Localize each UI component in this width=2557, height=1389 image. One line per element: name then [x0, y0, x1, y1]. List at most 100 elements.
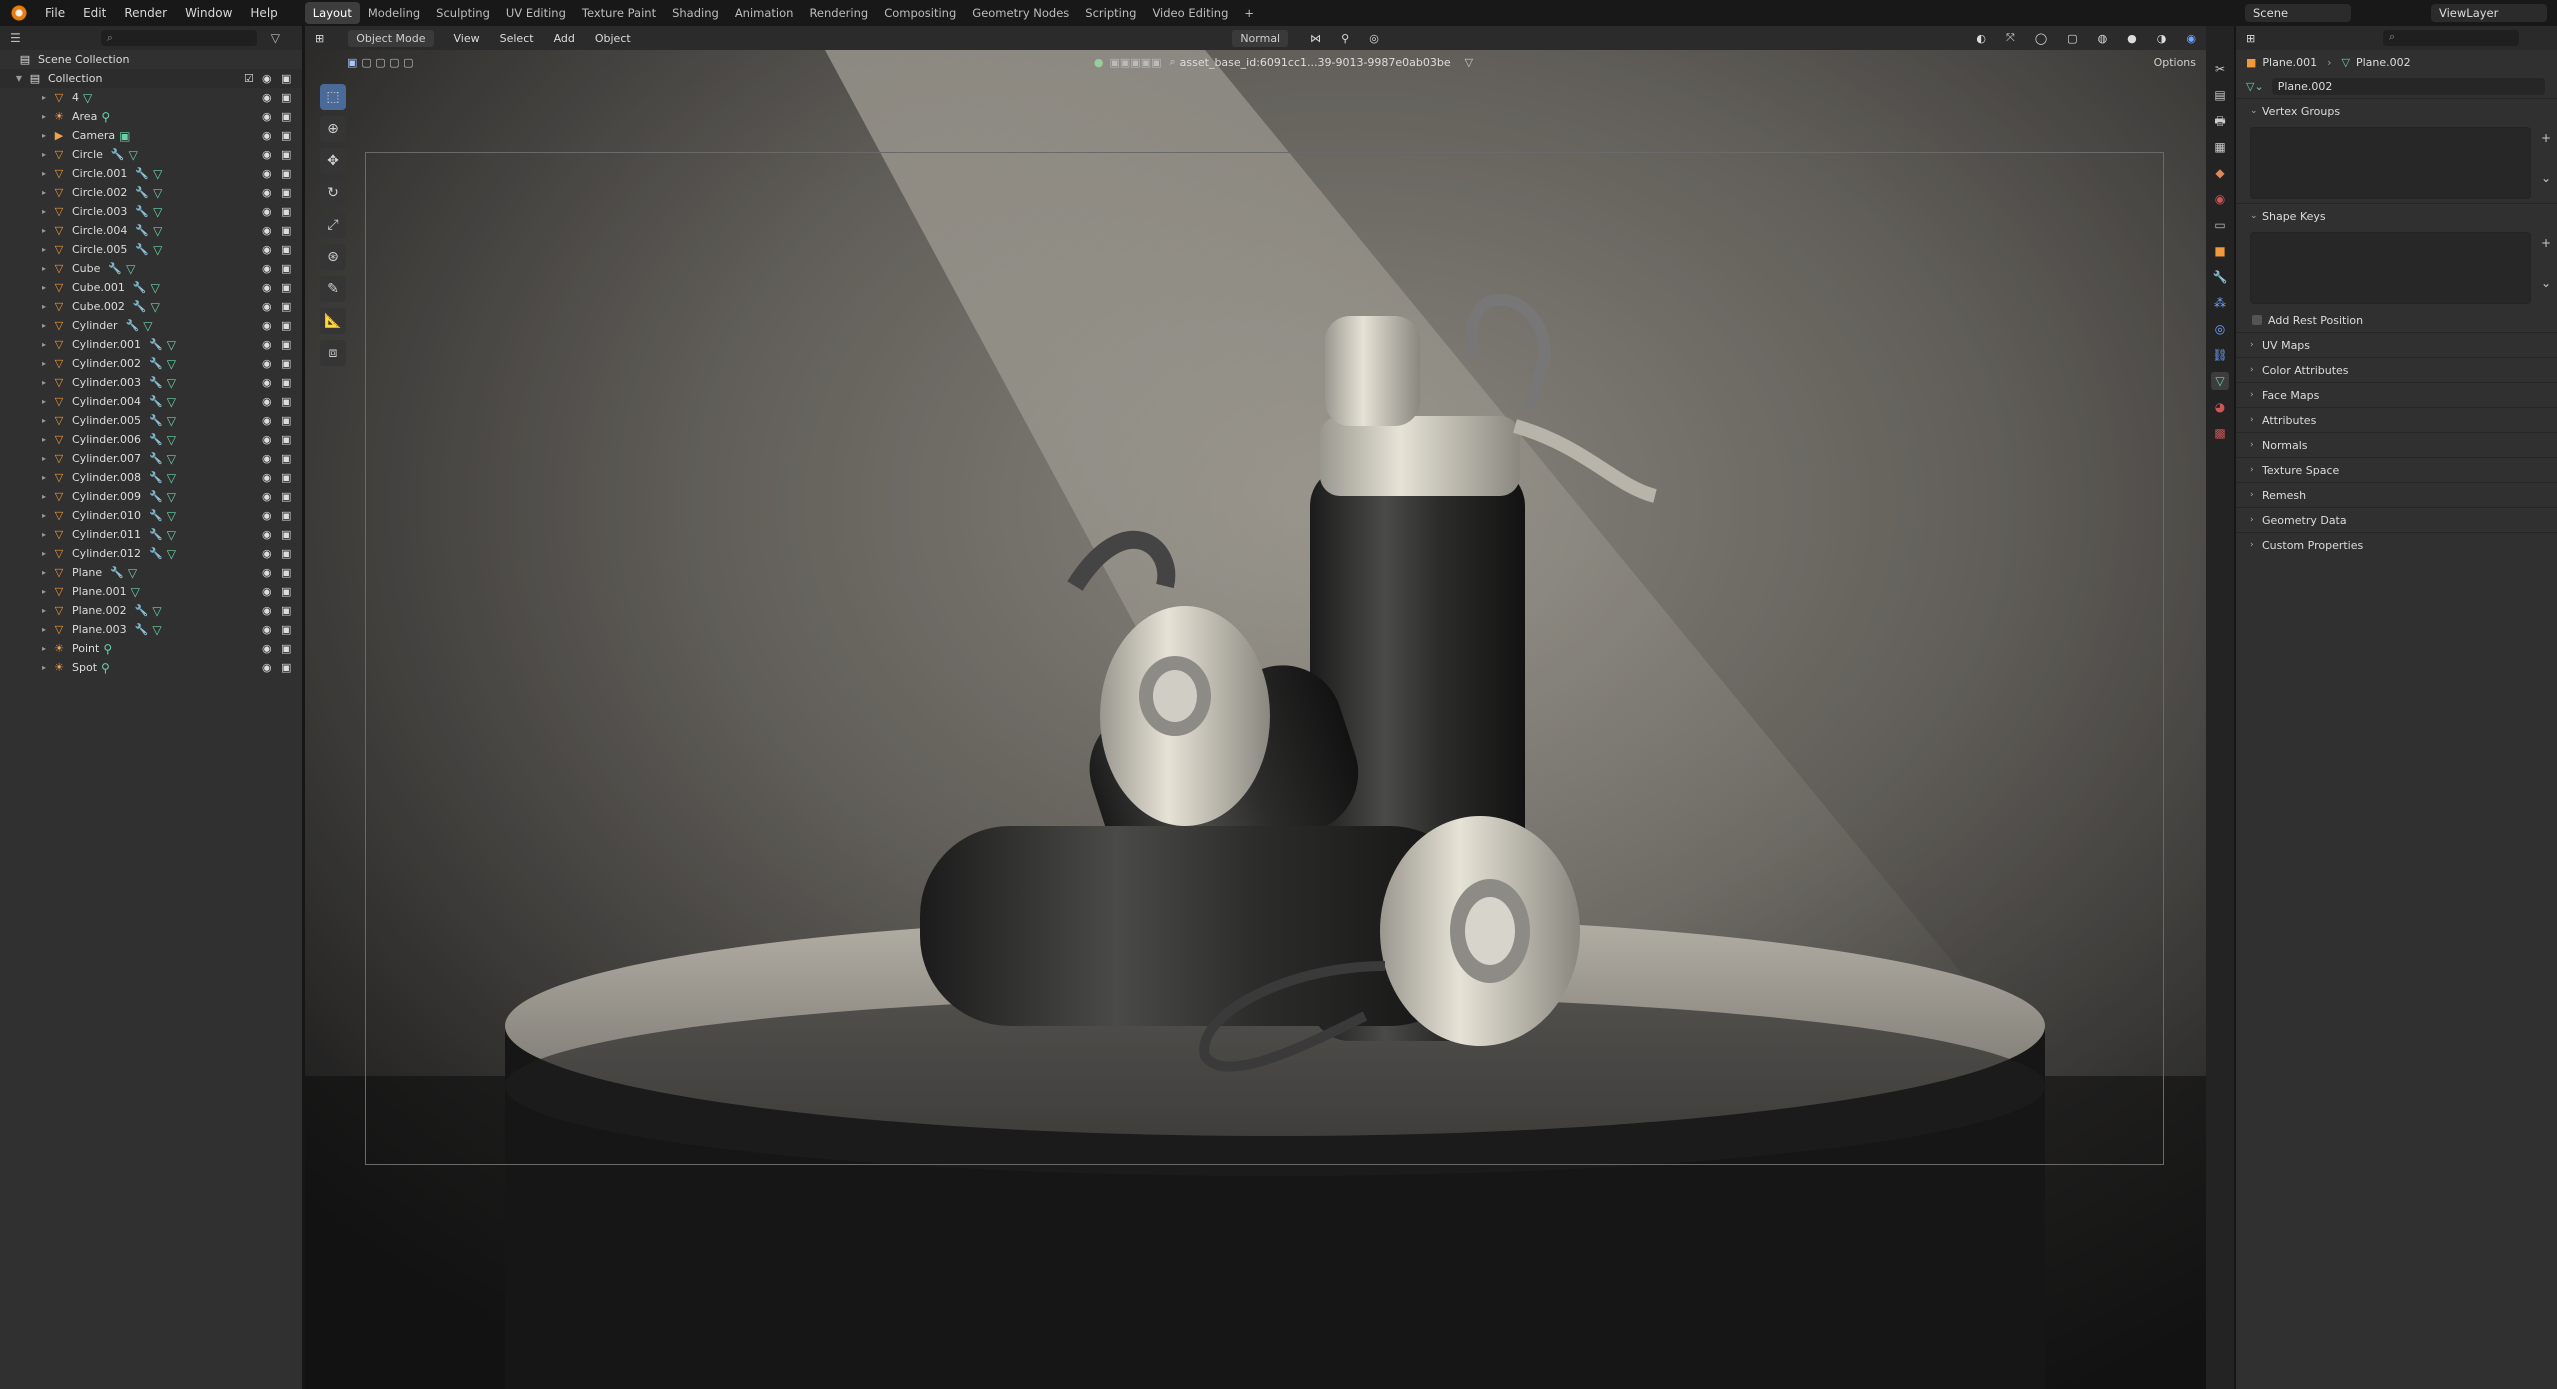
mesh-data-icon[interactable]: ▽⌄	[2246, 80, 2264, 93]
expand-arrow-icon[interactable]: ▸	[42, 245, 52, 254]
camera-render-icon[interactable]: ▣	[281, 490, 291, 503]
camera-render-icon[interactable]: ▣	[281, 224, 291, 237]
eye-icon[interactable]: ◉	[262, 566, 272, 579]
camera-render-icon[interactable]: ▣	[281, 281, 291, 294]
viewport-menu-select[interactable]: Select	[490, 32, 544, 45]
chevron-down-icon[interactable]: ⌄	[2539, 276, 2553, 290]
object-data-icon[interactable]: ▽	[167, 490, 176, 504]
expand-arrow-icon[interactable]: ▸	[42, 416, 52, 425]
workspace-tab[interactable]: Compositing	[876, 2, 964, 24]
camera-render-icon[interactable]: ▣	[281, 623, 291, 636]
proportional-edit-icon[interactable]: ◎	[1359, 32, 1389, 45]
workspace-tab[interactable]: Animation	[727, 2, 802, 24]
eye-icon[interactable]: ◉	[262, 338, 272, 351]
visibility-icon[interactable]: ◐	[1966, 32, 1996, 45]
object-data-icon[interactable]: ▽	[152, 623, 161, 637]
modifier-icon[interactable]: 🔧	[149, 471, 163, 484]
data-tab-icon[interactable]: ▽	[2211, 372, 2229, 390]
object-data-icon[interactable]: ⚲	[101, 110, 110, 124]
outliner-row[interactable]: ▸ ▽ Circle.001 🔧 ▽ ◉ ▣	[0, 164, 302, 183]
material-shading-icon[interactable]: ◑	[2147, 32, 2177, 45]
modifier-icon[interactable]: 🔧	[149, 490, 163, 503]
workspace-tab[interactable]: Video Editing	[1144, 2, 1236, 24]
object-data-icon[interactable]: ▽	[152, 604, 161, 618]
object-data-icon[interactable]: ▽	[167, 395, 176, 409]
pivot-icon[interactable]: ⋈	[1300, 32, 1331, 45]
camera-render-icon[interactable]: ▣	[281, 148, 291, 161]
modifier-icon[interactable]: 🔧	[149, 395, 163, 408]
object-data-icon[interactable]: ▽	[129, 148, 138, 162]
eye-icon[interactable]: ◉	[262, 642, 272, 655]
camera-render-icon[interactable]: ▣	[281, 205, 291, 218]
eye-icon[interactable]: ◉	[262, 91, 272, 104]
workspace-tab[interactable]: Rendering	[801, 2, 876, 24]
eye-icon[interactable]: ◉	[262, 262, 272, 275]
solid-shading-icon[interactable]: ●	[2117, 32, 2147, 45]
wireframe-shading-icon[interactable]: ◍	[2088, 32, 2118, 45]
camera-render-icon[interactable]: ▣	[281, 547, 291, 560]
physics-tab-icon[interactable]: ◎	[2211, 320, 2229, 338]
data-name-field[interactable]: Plane.002	[2271, 77, 2545, 95]
filter-icon[interactable]: ▽	[1465, 56, 1473, 69]
modifier-icon[interactable]: 🔧	[108, 262, 122, 275]
collection-row[interactable]: ▼ ▤ Collection ☑ ◉ ▣	[0, 69, 302, 88]
object-data-icon[interactable]: ▽	[143, 319, 152, 333]
mode-dropdown[interactable]: Object Mode	[348, 29, 434, 47]
constraints-tab-icon[interactable]: ⛓	[2211, 346, 2229, 364]
filter-icon[interactable]: ▽	[271, 31, 280, 45]
eye-icon[interactable]: ◉	[262, 490, 272, 503]
outliner-row[interactable]: ▸ ▽ Plane.002 🔧 ▽ ◉ ▣	[0, 601, 302, 620]
expand-arrow-icon[interactable]: ▸	[42, 644, 52, 653]
modifier-icon[interactable]: 🔧	[133, 281, 147, 294]
eye-icon[interactable]: ◉	[262, 129, 272, 142]
eye-icon[interactable]: ◉	[262, 452, 272, 465]
asset-search-icon[interactable]: ⌕	[1169, 55, 1175, 69]
menu-edit[interactable]: Edit	[74, 0, 115, 26]
3d-viewport[interactable]: ⊞ Object Mode View Select Add Object Normal…	[305, 26, 2206, 1389]
workspace-tab[interactable]: UV Editing	[498, 2, 574, 24]
object-data-icon[interactable]: ▽	[153, 167, 162, 181]
workspace-tab[interactable]: Sculpting	[428, 2, 498, 24]
object-tab-icon[interactable]: ■	[2211, 242, 2229, 260]
outliner-row[interactable]: ▸ ▽ Cube 🔧 ▽ ◉ ▣	[0, 259, 302, 278]
modifier-icon[interactable]: 🔧	[149, 509, 163, 522]
object-data-icon[interactable]: ▽	[128, 566, 137, 580]
expand-arrow-icon[interactable]: ▸	[42, 207, 52, 216]
object-data-icon[interactable]: ▽	[131, 585, 140, 599]
material-tab-icon[interactable]: ◕	[2211, 398, 2229, 416]
object-data-icon[interactable]: ▽	[153, 243, 162, 257]
outliner-row[interactable]: ▸ ▽ Cylinder.008 🔧 ▽ ◉ ▣	[0, 468, 302, 487]
expand-arrow-icon[interactable]: ▸	[42, 302, 52, 311]
asset-toggle-icons[interactable]: ▣▣▣▣▣	[1110, 56, 1162, 69]
expand-arrow-icon[interactable]: ▸	[42, 397, 52, 406]
editor-type-icon[interactable]: ⊞	[305, 32, 334, 45]
object-data-icon[interactable]: ▽	[151, 281, 160, 295]
eye-icon[interactable]: ◉	[262, 395, 272, 408]
modifier-icon[interactable]: 🔧	[111, 148, 125, 161]
workspace-tab[interactable]: Geometry Nodes	[964, 2, 1077, 24]
blender-logo-icon[interactable]	[8, 2, 30, 24]
camera-render-icon[interactable]: ▣	[281, 604, 291, 617]
eye-icon[interactable]: ◉	[262, 661, 272, 674]
object-data-icon[interactable]: ▽	[153, 186, 162, 200]
object-data-icon[interactable]: ▽	[167, 547, 176, 561]
xray-icon[interactable]: ▢	[2057, 32, 2087, 45]
transform-tool-icon[interactable]: ⊛	[320, 244, 346, 270]
object-data-icon[interactable]: ⚲	[103, 642, 112, 656]
expand-arrow-icon[interactable]: ▸	[42, 359, 52, 368]
annotate-tool-icon[interactable]: ✎	[320, 276, 346, 302]
camera-render-icon[interactable]: ▣	[281, 566, 291, 579]
camera-render-icon[interactable]: ▣	[281, 433, 291, 446]
camera-render-icon[interactable]: ▣	[281, 129, 291, 142]
outliner-row[interactable]: ▸ ▽ Circle.005 🔧 ▽ ◉ ▣	[0, 240, 302, 259]
object-data-icon[interactable]: ▣	[119, 129, 130, 143]
expand-arrow-icon[interactable]: ▸	[42, 340, 52, 349]
add-cube-tool-icon[interactable]: ⧈	[320, 340, 346, 366]
section-face-maps[interactable]: › Face Maps	[2236, 382, 2557, 407]
expand-arrow-icon[interactable]: ▸	[42, 454, 52, 463]
object-data-icon[interactable]: ▽	[167, 357, 176, 371]
outliner-row[interactable]: ▸ ▽ Cylinder.005 🔧 ▽ ◉ ▣	[0, 411, 302, 430]
expand-arrow-icon[interactable]: ▸	[42, 150, 52, 159]
outliner-row[interactable]: ▸ ▽ Circle.002 🔧 ▽ ◉ ▣	[0, 183, 302, 202]
eye-icon[interactable]: ◉	[262, 433, 272, 446]
